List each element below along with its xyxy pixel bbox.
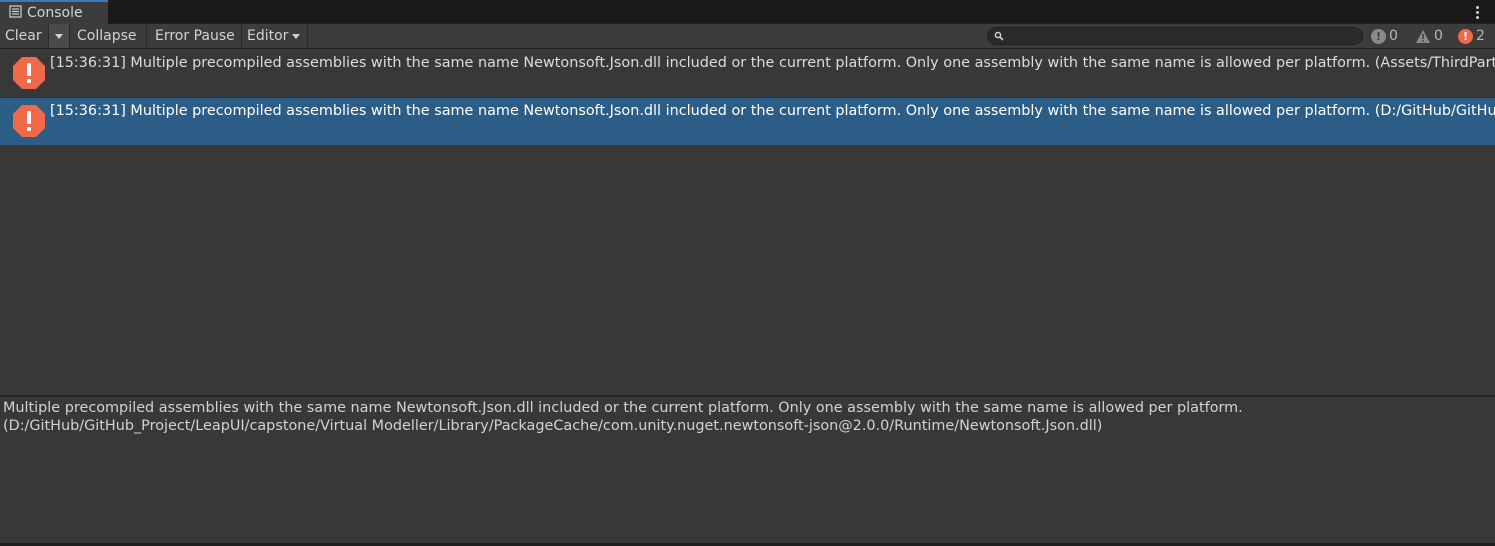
chevron-down-icon — [292, 33, 301, 39]
error-pause-label: Error Pause — [155, 28, 235, 44]
search-input[interactable] — [987, 27, 1363, 45]
console-toolbar: Clear Collapse Error Pause Editor ! 0 0 … — [0, 24, 1495, 49]
warning-icon — [1416, 29, 1430, 43]
error-icon: ! — [1458, 28, 1473, 44]
console-list-icon — [9, 4, 22, 22]
clear-button-label: Clear — [5, 28, 42, 44]
detail-message: Multiple precompiled assemblies with the… — [3, 400, 1243, 416]
message-detail-panel[interactable]: Multiple precompiled assemblies with the… — [0, 397, 1495, 543]
collapse-toggle[interactable]: Collapse — [72, 24, 147, 48]
editor-dropdown[interactable]: Editor — [242, 24, 308, 48]
warning-count: 0 — [1434, 28, 1443, 44]
search-icon — [994, 31, 1004, 41]
chevron-down-icon — [55, 33, 63, 39]
error-filter-toggle[interactable]: ! 2 — [1458, 26, 1485, 46]
more-options-icon[interactable] — [1471, 3, 1483, 21]
log-entry-selected[interactable]: [15:36:31] Multiple precompiled assembli… — [0, 98, 1495, 145]
info-icon: ! — [1371, 28, 1386, 44]
log-entry[interactable]: [15:36:31] Multiple precompiled assembli… — [0, 50, 1495, 97]
collapse-label: Collapse — [77, 28, 137, 44]
error-count: 2 — [1476, 28, 1485, 44]
editor-dropdown-label: Editor — [247, 28, 289, 44]
error-icon — [13, 105, 45, 137]
detail-path: (D:/GitHub/GitHub_Project/LeapUI/capston… — [3, 418, 1103, 434]
clear-options-dropdown[interactable] — [49, 24, 70, 48]
tab-console-label: Console — [27, 5, 83, 21]
error-icon — [13, 57, 45, 89]
log-filter-toggle[interactable]: ! 0 — [1371, 26, 1398, 46]
log-entry-text: [15:36:31] Multiple precompiled assembli… — [50, 103, 1495, 119]
log-count: 0 — [1389, 28, 1398, 44]
tab-console[interactable]: Console — [0, 0, 108, 24]
clear-button[interactable]: Clear — [0, 24, 49, 48]
tab-bar: Console — [0, 0, 1495, 24]
error-pause-toggle[interactable]: Error Pause — [150, 24, 242, 48]
warning-filter-toggle[interactable]: 0 — [1415, 26, 1443, 46]
log-entry-text: [15:36:31] Multiple precompiled assembli… — [50, 55, 1495, 71]
